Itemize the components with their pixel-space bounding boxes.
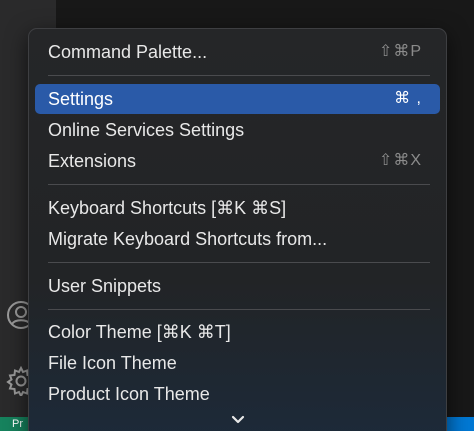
menu-separator bbox=[48, 184, 430, 185]
menu-separator bbox=[48, 309, 430, 310]
menu-item-online-services-settings[interactable]: Online Services Settings bbox=[35, 115, 440, 145]
status-bar-item[interactable]: Pr bbox=[0, 417, 28, 431]
menu-item-label: Settings bbox=[48, 89, 114, 109]
menu-item-label: Extensions bbox=[48, 151, 137, 171]
chevron-down-icon[interactable] bbox=[230, 413, 246, 427]
menu-item-label: Command Palette... bbox=[48, 42, 208, 62]
menu-item-shortcut: ⇧⌘X bbox=[378, 152, 422, 169]
menu-item-user-snippets[interactable]: User Snippets bbox=[35, 271, 440, 301]
menu-item-file-icon-theme[interactable]: File Icon Theme bbox=[35, 348, 440, 378]
menu-item-product-icon-theme[interactable]: Product Icon Theme bbox=[35, 379, 440, 409]
manage-context-menu: Command Palette... ⇧⌘P Settings ⌘ , Onli… bbox=[28, 28, 447, 431]
menu-item-label: File Icon Theme bbox=[48, 353, 177, 373]
menu-item-label: Product Icon Theme bbox=[48, 384, 210, 404]
menu-item-color-theme[interactable]: Color Theme [⌘K ⌘T] bbox=[35, 317, 440, 347]
menu-item-command-palette[interactable]: Command Palette... ⇧⌘P bbox=[35, 37, 440, 67]
menu-item-migrate-keyboard-shortcuts[interactable]: Migrate Keyboard Shortcuts from... bbox=[35, 224, 440, 254]
vscode-window: Pr Command Palette... ⇧⌘P Settings ⌘ , O… bbox=[0, 0, 474, 431]
menu-item-settings[interactable]: Settings ⌘ , bbox=[35, 84, 440, 114]
menu-item-extensions[interactable]: Extensions ⇧⌘X bbox=[35, 146, 440, 176]
menu-item-label: Migrate Keyboard Shortcuts from... bbox=[48, 229, 328, 249]
menu-separator bbox=[48, 262, 430, 263]
menu-item-label: User Snippets bbox=[48, 276, 162, 296]
menu-item-shortcut: ⌘ , bbox=[394, 90, 422, 107]
menu-item-shortcut: ⇧⌘P bbox=[378, 43, 422, 60]
menu-item-label: Keyboard Shortcuts [⌘K ⌘S] bbox=[48, 198, 287, 218]
menu-item-label: Online Services Settings bbox=[48, 120, 245, 140]
menu-separator bbox=[48, 75, 430, 76]
menu-item-keyboard-shortcuts[interactable]: Keyboard Shortcuts [⌘K ⌘S] bbox=[35, 193, 440, 223]
menu-item-label: Color Theme [⌘K ⌘T] bbox=[48, 322, 231, 342]
